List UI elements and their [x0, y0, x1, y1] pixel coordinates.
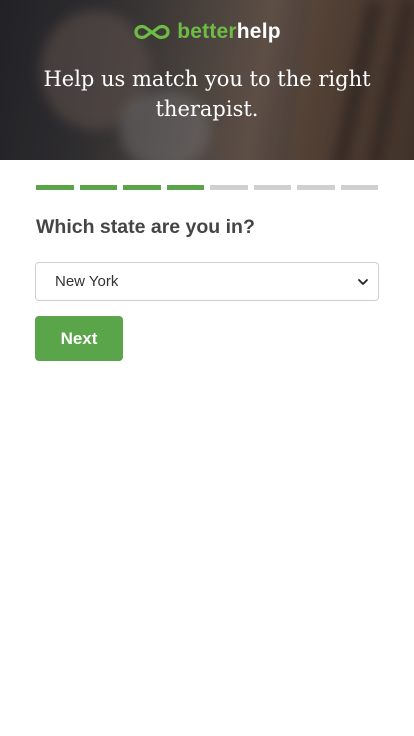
next-button[interactable]: Next — [35, 316, 123, 361]
betterhelp-logo[interactable]: betterhelp — [0, 20, 414, 44]
logo-wordmark: betterhelp — [177, 20, 281, 44]
progress-bar — [36, 185, 378, 190]
progress-step-complete — [123, 185, 161, 190]
logo-better: better — [177, 20, 237, 43]
progress-step-pending — [210, 185, 248, 190]
progress-step-complete — [166, 185, 204, 190]
page: betterhelp Help us match you to the righ… — [0, 0, 414, 736]
progress-step-pending — [253, 185, 291, 190]
betterhelp-logo-icon — [133, 23, 171, 41]
hero-banner: betterhelp Help us match you to the righ… — [0, 0, 414, 160]
chevron-down-icon — [357, 275, 369, 287]
page-title: Help us match you to the right therapist… — [43, 67, 371, 121]
logo-help: help — [236, 20, 281, 43]
progress-step-complete — [79, 185, 117, 190]
question-label: Which state are you in? — [36, 216, 255, 238]
progress-step-complete — [36, 185, 74, 190]
progress-step-pending — [297, 185, 335, 190]
state-select-value: New York — [55, 273, 119, 290]
state-select[interactable]: New York — [35, 262, 379, 301]
progress-step-pending — [340, 185, 378, 190]
